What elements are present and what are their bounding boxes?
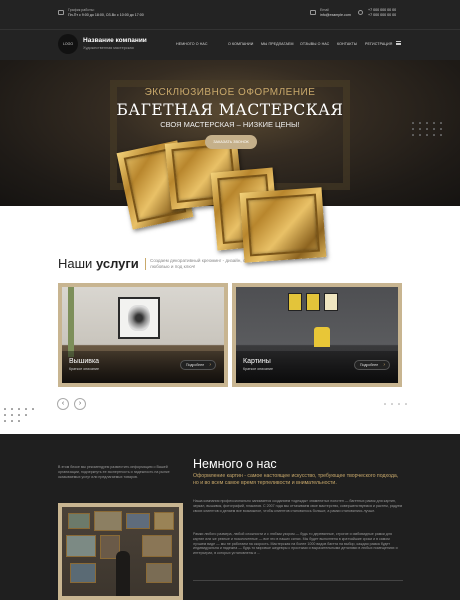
hero-subtitle: ЭКСКЛЮЗИВНОЕ ОФОРМЛЕНИЕ (144, 87, 316, 98)
card-title: Картины (243, 358, 271, 365)
carousel-next-button[interactable]: › (74, 398, 86, 410)
card-description: Краткое описание (69, 367, 100, 371)
nav-item-contacts[interactable]: КОНТАКТЫ (337, 42, 357, 46)
person-silhouette (116, 551, 130, 596)
nav-item-reviews[interactable]: ОТЗЫВЫ О НАС (300, 42, 329, 46)
menu-icon[interactable] (396, 41, 401, 45)
hero-tagline: СВОЯ МАСТЕРСКАЯ – НИЗКИЕ ЦЕНЫ! (160, 120, 300, 129)
working-hours-value: Пн-Пт с 9:00 до 18:00, Сб-Вс с 10:00 до … (68, 13, 144, 17)
company-name: Название компании (83, 37, 147, 44)
service-card-embroidery[interactable]: Вышивка Краткое описание Подробнее (58, 283, 228, 387)
hero-title: БАГЕТНАЯ МАСТЕРСКАЯ (116, 101, 344, 119)
about-lead: Оформление картин - самое настоящее иску… (193, 473, 399, 486)
nav-item-offers[interactable]: МЫ ПРЕДЛАГАЕМ (261, 42, 294, 46)
company-tagline: Художественная мастерская (83, 46, 134, 50)
about-paragraph-2: Рамки любого размера, любой сложности и … (193, 532, 398, 556)
nav-item-company[interactable]: О КОМПАНИИ (228, 42, 253, 46)
about-intro-text: В этом блоке мы рекомендуем разместить и… (58, 465, 170, 479)
clock-icon (58, 10, 64, 15)
phone-link-2[interactable]: +7 000 000 00 00 (368, 13, 396, 18)
about-paragraph-1: Наша компания профессионально занимается… (193, 499, 403, 513)
gallery-photo (58, 503, 183, 600)
nav-item-about-us[interactable]: НЕМНОГО О НАС (176, 42, 208, 46)
framed-art (118, 297, 160, 339)
about-divider (193, 580, 403, 581)
card-description: Краткое описание (243, 367, 274, 371)
phone-icon (358, 10, 363, 15)
services-title: Наши услуги (58, 256, 139, 271)
mail-icon (310, 10, 316, 15)
logo[interactable]: LOGO (58, 34, 78, 54)
email-link[interactable]: info@example.com (320, 13, 351, 18)
card-title: Вышивка (69, 358, 100, 365)
services-subtitle: Создаем декоративный креоминг - дизайн, … (145, 258, 255, 270)
carousel-prev-button[interactable]: ‹ (57, 398, 69, 410)
order-call-button[interactable]: ЗАКАЗАТЬ ЗВОНОК (205, 135, 257, 149)
card-details-button[interactable]: Подробнее (180, 360, 216, 370)
service-card-paintings[interactable]: Картины Краткое описание Подробнее (232, 283, 402, 387)
card-details-button[interactable]: Подробнее (354, 360, 390, 370)
nav-item-registration[interactable]: РЕГИСТРАЦИЯ (365, 42, 392, 46)
about-title: Немного о нас (193, 457, 277, 471)
